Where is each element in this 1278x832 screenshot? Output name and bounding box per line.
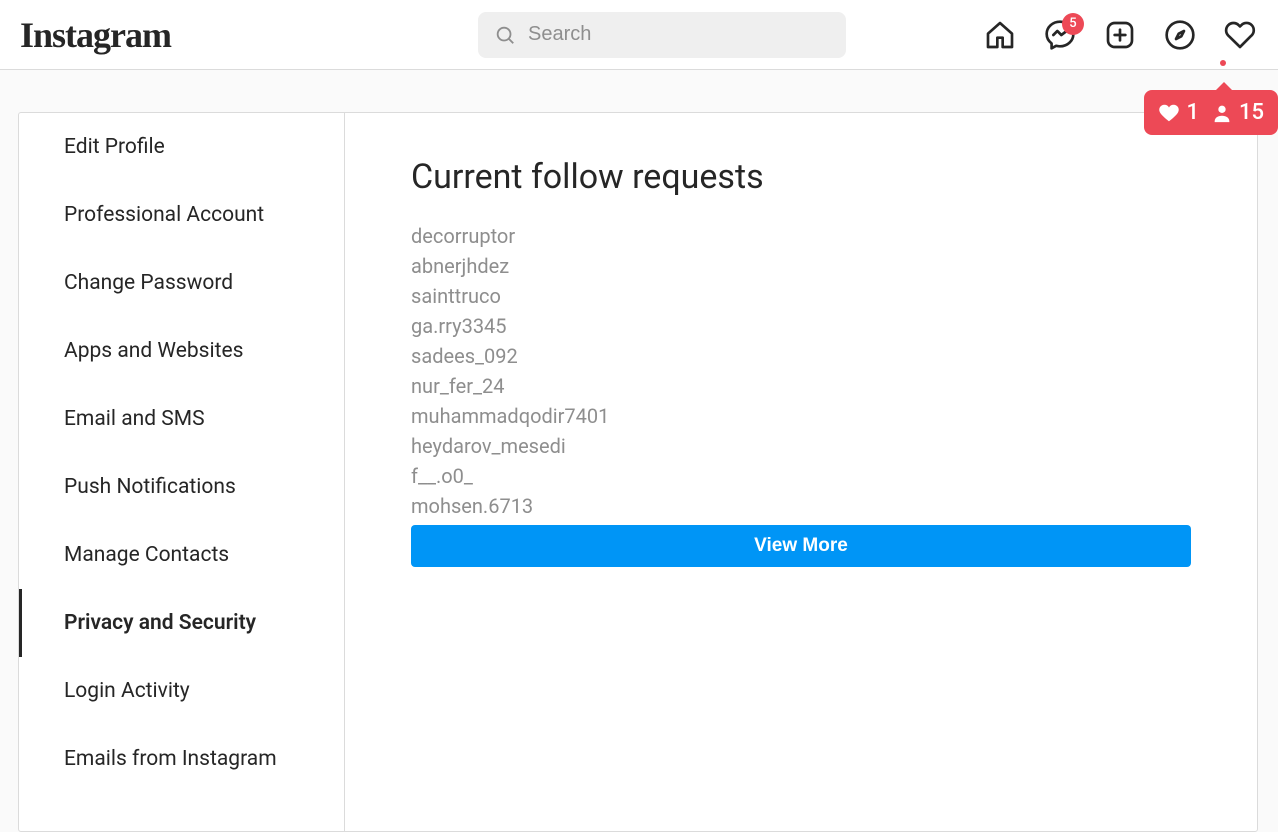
follow-request-item[interactable]: sadees_092: [411, 341, 1191, 371]
activity-follows-count: 15: [1239, 100, 1264, 125]
sidebar-item-email-and-sms[interactable]: Email and SMS: [19, 385, 344, 453]
settings-nav-list: Edit ProfileProfessional AccountChange P…: [19, 113, 344, 793]
search-icon: [494, 24, 516, 46]
follow-request-item[interactable]: f__.o0_: [411, 461, 1191, 491]
search-input[interactable]: [528, 23, 830, 46]
follow-request-item[interactable]: nur_fer_24: [411, 371, 1191, 401]
sidebar-item-apps-and-websites[interactable]: Apps and Websites: [19, 317, 344, 385]
sidebar-item-change-password[interactable]: Change Password: [19, 249, 344, 317]
follow-request-item[interactable]: heydarov_mesedi: [411, 431, 1191, 461]
follow-request-item[interactable]: sainttruco: [411, 281, 1191, 311]
home-icon[interactable]: [984, 19, 1016, 51]
search-container[interactable]: [478, 12, 846, 58]
activity-icon[interactable]: [1224, 19, 1256, 51]
sidebar-item-emails-from-instagram[interactable]: Emails from Instagram: [19, 725, 344, 793]
activity-follows: 15: [1211, 100, 1264, 125]
person-filled-icon: [1211, 102, 1233, 124]
sidebar-item-professional-account[interactable]: Professional Account: [19, 181, 344, 249]
messenger-badge: 5: [1062, 13, 1084, 35]
activity-popover[interactable]: 1 15: [1144, 90, 1278, 135]
brand-logo[interactable]: Instagram: [20, 14, 171, 56]
follow-request-item[interactable]: ga.rry3345: [411, 311, 1191, 341]
sidebar-item-manage-contacts[interactable]: Manage Contacts: [19, 521, 344, 589]
activity-likes-count: 1: [1186, 100, 1199, 125]
messenger-icon[interactable]: 5: [1044, 19, 1076, 51]
view-more-button[interactable]: View More: [411, 525, 1191, 567]
page-title: Current follow requests: [411, 157, 1191, 197]
settings-main: Current follow requests decorruptorabner…: [345, 113, 1257, 831]
new-post-icon[interactable]: [1104, 19, 1136, 51]
sidebar-item-login-activity[interactable]: Login Activity: [19, 657, 344, 725]
nav-icons-group: 5: [984, 19, 1256, 51]
heart-filled-icon: [1158, 102, 1180, 124]
top-navigation: Instagram 5: [0, 0, 1278, 70]
sidebar-item-edit-profile[interactable]: Edit Profile: [19, 113, 344, 181]
activity-likes: 1: [1158, 100, 1199, 125]
sidebar-item-push-notifications[interactable]: Push Notifications: [19, 453, 344, 521]
follow-request-item[interactable]: decorruptor: [411, 221, 1191, 251]
activity-indicator-dot: [1220, 60, 1226, 66]
follow-request-item[interactable]: muhammadqodir7401: [411, 401, 1191, 431]
settings-sidebar: Edit ProfileProfessional AccountChange P…: [19, 113, 345, 831]
sidebar-item-privacy-and-security[interactable]: Privacy and Security: [19, 589, 344, 657]
follow-request-item[interactable]: mohsen.6713: [411, 491, 1191, 521]
explore-icon[interactable]: [1164, 19, 1196, 51]
settings-card: Edit ProfileProfessional AccountChange P…: [18, 112, 1258, 832]
follow-request-item[interactable]: abnerjhdez: [411, 251, 1191, 281]
follow-request-list: decorruptorabnerjhdezsainttrucoga.rry334…: [411, 221, 1191, 521]
